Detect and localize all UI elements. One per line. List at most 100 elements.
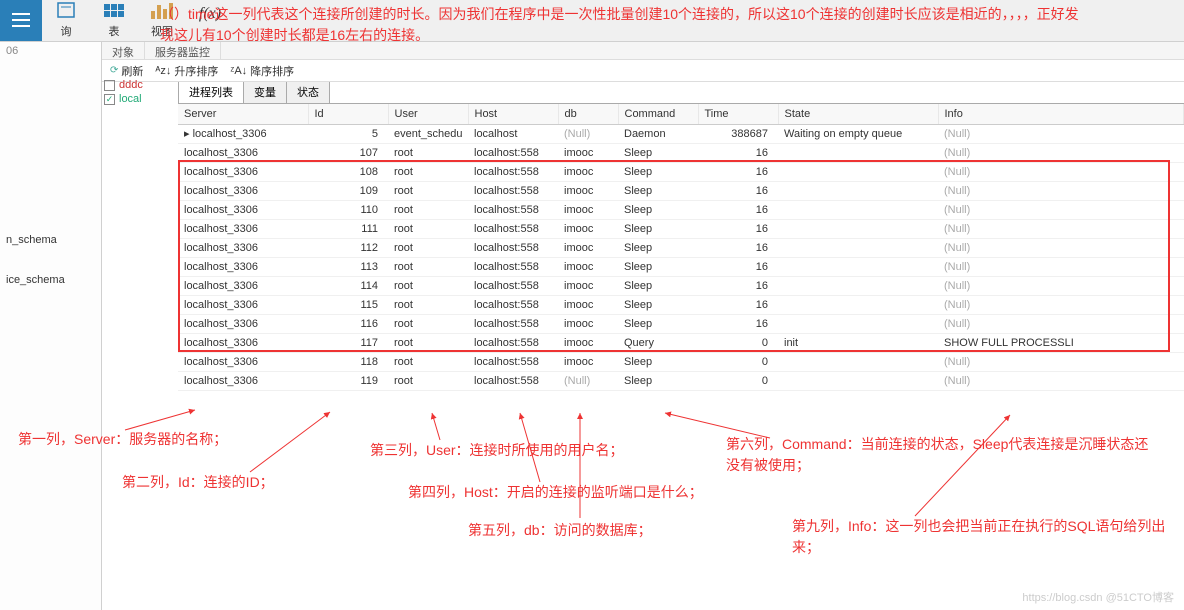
- table-cell: 16: [698, 295, 778, 314]
- table-cell: root: [388, 371, 468, 390]
- refresh-button[interactable]: ⟳ 刷新: [110, 63, 143, 79]
- table-cell: localhost_3306: [178, 143, 308, 162]
- watermark: https://blog.csdn @51CTO博客: [1022, 589, 1174, 605]
- table-row[interactable]: localhost_3306111rootlocalhost:558imoocS…: [178, 219, 1184, 238]
- table-cell: localhost:558: [468, 314, 558, 333]
- table-row[interactable]: localhost_3306112rootlocalhost:558imoocS…: [178, 238, 1184, 257]
- table-cell: 16: [698, 143, 778, 162]
- tab-status[interactable]: 状态: [286, 82, 330, 103]
- query-label: 询: [61, 23, 72, 39]
- object-label[interactable]: 对象: [102, 42, 145, 59]
- schema-item[interactable]: ice_schema: [0, 270, 102, 290]
- table-cell: (Null): [938, 314, 1184, 333]
- tab-bar: 进程列表 变量 状态: [178, 82, 1184, 104]
- object-header: 对象 服务器监控: [102, 42, 1184, 60]
- table-cell: localhost_3306: [178, 276, 308, 295]
- checkbox-checked[interactable]: [104, 94, 115, 105]
- table-cell: localhost:558: [468, 333, 558, 352]
- table-row[interactable]: localhost_3306108rootlocalhost:558imoocS…: [178, 162, 1184, 181]
- table-cell: Sleep: [618, 295, 698, 314]
- table-cell: localhost:558: [468, 200, 558, 219]
- table-cell: localhost:558: [468, 238, 558, 257]
- table-cell: (Null): [938, 238, 1184, 257]
- table-cell: root: [388, 181, 468, 200]
- table-cell: 108: [308, 162, 388, 181]
- table-cell: (Null): [558, 124, 618, 143]
- table-row[interactable]: localhost_3306109rootlocalhost:558imoocS…: [178, 181, 1184, 200]
- column-header[interactable]: Server: [178, 104, 308, 124]
- table-cell: [778, 295, 938, 314]
- function-button[interactable]: f(x): [186, 1, 234, 41]
- table-cell: Daemon: [618, 124, 698, 143]
- column-header[interactable]: Host: [468, 104, 558, 124]
- view-label: 视图: [151, 23, 173, 39]
- table-cell: Sleep: [618, 238, 698, 257]
- sort-desc-label: 降序排序: [250, 63, 294, 79]
- view-button[interactable]: 视图: [138, 0, 186, 41]
- service-label[interactable]: 服务器监控: [145, 42, 221, 59]
- table-cell: 16: [698, 219, 778, 238]
- column-header[interactable]: Command: [618, 104, 698, 124]
- tree-item-local[interactable]: local: [102, 92, 177, 106]
- table-row[interactable]: localhost_3306116rootlocalhost:558imoocS…: [178, 314, 1184, 333]
- table-cell: (Null): [938, 162, 1184, 181]
- table-row[interactable]: localhost_3306118rootlocalhost:558imoocS…: [178, 352, 1184, 371]
- table-cell: [778, 371, 938, 390]
- app-menu-button[interactable]: [0, 0, 42, 41]
- table-cell: localhost:558: [468, 181, 558, 200]
- table-cell: 110: [308, 200, 388, 219]
- table-cell: init: [778, 333, 938, 352]
- table-cell: (Null): [938, 200, 1184, 219]
- table-cell: localhost:558: [468, 276, 558, 295]
- refresh-icon: ⟳: [110, 65, 118, 76]
- column-header[interactable]: Info: [938, 104, 1184, 124]
- table-cell: imooc: [558, 219, 618, 238]
- view-icon: [148, 0, 176, 21]
- checkbox-unchecked[interactable]: [104, 80, 115, 91]
- table-cell: 16: [698, 162, 778, 181]
- schema-item[interactable]: n_schema: [0, 230, 102, 250]
- process-table[interactable]: ServerIdUserHostdbCommandTimeStateInfo ▸…: [178, 104, 1184, 391]
- schema-list: n_schema ice_schema: [0, 230, 102, 290]
- table-cell: localhost:558: [468, 162, 558, 181]
- table-cell: 16: [698, 181, 778, 200]
- table-cell: (Null): [938, 257, 1184, 276]
- column-header[interactable]: db: [558, 104, 618, 124]
- query-button[interactable]: 询: [42, 0, 90, 41]
- table-row[interactable]: localhost_3306119rootlocalhost:558(Null)…: [178, 371, 1184, 390]
- table-row[interactable]: localhost_3306117rootlocalhost:558imoocQ…: [178, 333, 1184, 352]
- table-cell: (Null): [938, 295, 1184, 314]
- tab-vars[interactable]: 变量: [243, 82, 287, 103]
- table-cell: localhost_3306: [178, 238, 308, 257]
- column-header[interactable]: Time: [698, 104, 778, 124]
- connection-tree: dddc local: [102, 78, 177, 106]
- table-row[interactable]: localhost_3306114rootlocalhost:558imoocS…: [178, 276, 1184, 295]
- table-row[interactable]: localhost_3306110rootlocalhost:558imoocS…: [178, 200, 1184, 219]
- table-cell: 0: [698, 333, 778, 352]
- table-cell: Query: [618, 333, 698, 352]
- sort-desc-button[interactable]: ᶻA↓ 降序排序: [230, 63, 294, 79]
- table-cell: 5: [308, 124, 388, 143]
- tree-item-dddc[interactable]: dddc: [102, 78, 177, 92]
- table-cell: event_schedu: [388, 124, 468, 143]
- table-cell: root: [388, 352, 468, 371]
- table-cell: 111: [308, 219, 388, 238]
- table-row[interactable]: ▸ localhost_33065event_schedulocalhost(N…: [178, 124, 1184, 143]
- table-cell: root: [388, 200, 468, 219]
- tab-process[interactable]: 进程列表: [178, 82, 244, 103]
- table-row[interactable]: localhost_3306115rootlocalhost:558imoocS…: [178, 295, 1184, 314]
- table-cell: 114: [308, 276, 388, 295]
- column-header[interactable]: Id: [308, 104, 388, 124]
- table-cell: (Null): [558, 371, 618, 390]
- table-button[interactable]: 表: [90, 0, 138, 41]
- table-cell: [778, 257, 938, 276]
- table-cell: imooc: [558, 276, 618, 295]
- table-cell: [778, 143, 938, 162]
- table-cell: 16: [698, 200, 778, 219]
- table-row[interactable]: localhost_3306107rootlocalhost:558imoocS…: [178, 143, 1184, 162]
- sort-asc-button[interactable]: ᴬz↓ 升序排序: [155, 63, 218, 79]
- table-row[interactable]: localhost_3306113rootlocalhost:558imoocS…: [178, 257, 1184, 276]
- column-header[interactable]: State: [778, 104, 938, 124]
- column-header[interactable]: User: [388, 104, 468, 124]
- table-cell: Waiting on empty queue: [778, 124, 938, 143]
